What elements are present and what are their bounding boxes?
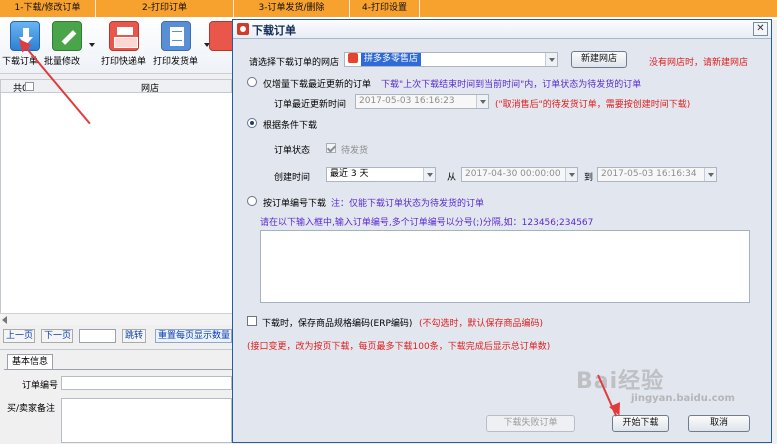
- order-status-label: 订单状态: [274, 146, 311, 156]
- order-grid-body: [0, 93, 232, 313]
- to-time-value: 2017-05-03 16:16:34: [601, 169, 697, 179]
- time-range-value: 最近 3 天: [330, 169, 369, 179]
- incremental-download-hint: 下载"上次下载结束时间到当前时间"内，订单状态为待发货的订单: [381, 80, 642, 90]
- step-bar: 1-下载/修改订单 2-打印订单 3-订单发货/删除 4-打印设置: [0, 0, 777, 17]
- close-button[interactable]: ✕: [753, 22, 768, 36]
- shop-prompt-label: 请选择下载订单的网店: [249, 58, 340, 68]
- calendar-dropdown-icon[interactable]: [565, 168, 577, 181]
- dialog-titlebar: 下载订单 ✕: [233, 20, 771, 39]
- batch-edit-button[interactable]: 批量修改: [44, 21, 90, 67]
- save-sku-checkbox[interactable]: [247, 316, 257, 326]
- step-bar-filler: [420, 0, 777, 17]
- step-tab-ship[interactable]: 3-订单发货/删除: [234, 0, 350, 17]
- print-express-button[interactable]: 打印快递单: [101, 21, 147, 67]
- reset-page-size-button[interactable]: 重置每页显示数量: [155, 329, 232, 343]
- dialog-title: 下载订单: [252, 24, 296, 37]
- pinduoduo-shop-icon: [348, 53, 358, 63]
- condition-download-radio[interactable]: [247, 118, 257, 128]
- print-express-label: 打印快递单: [101, 57, 147, 67]
- calendar-dropdown-icon[interactable]: [704, 168, 716, 181]
- buyer-note-label: 买/卖家备注: [7, 404, 56, 414]
- print-invoice-button[interactable]: 打印发货单: [153, 21, 199, 67]
- next-page-button[interactable]: 下一页: [41, 329, 73, 343]
- time-range-select[interactable]: 最近 3 天: [326, 167, 436, 182]
- print-invoice-label: 打印发货单: [153, 57, 199, 67]
- grid-horizontal-scrollbar[interactable]: [0, 313, 232, 325]
- incremental-download-radio[interactable]: [247, 77, 257, 87]
- updated-time-value: 2017-05-03 16:16:23: [359, 96, 455, 106]
- step-tab-download[interactable]: 1-下载/修改订单: [0, 0, 96, 17]
- shop-selected-value: 拼多多零售店: [361, 53, 422, 66]
- pencil-icon: [52, 21, 82, 51]
- updated-time-label: 订单最近更新时间: [274, 100, 347, 110]
- printer-icon: [109, 21, 139, 51]
- from-time-value: 2017-04-30 00:00:00: [465, 169, 561, 179]
- buyer-note-field[interactable]: [61, 398, 232, 443]
- batch-edit-dropdown-icon[interactable]: [89, 43, 95, 47]
- order-number-download-radio[interactable]: [247, 196, 257, 206]
- tab-basic-info[interactable]: 基本信息: [7, 354, 54, 369]
- save-sku-label[interactable]: 下载时，保存商品规格编码(ERP编码): [262, 316, 412, 329]
- set-button[interactable]: 套: [205, 21, 233, 51]
- new-shop-button[interactable]: 新建网店: [571, 51, 627, 68]
- shop-select[interactable]: 拼多多零售店: [344, 52, 558, 67]
- pager: 上一页 下一页 跳转 重置每页显示数量: [0, 327, 232, 345]
- detail-panel: 基本信息 订单编号 买/卖家备注: [0, 349, 232, 443]
- to-label: 到: [584, 173, 594, 183]
- detail-body: 订单编号 买/卖家备注: [4, 369, 232, 444]
- scroll-left-icon[interactable]: [2, 316, 7, 324]
- printer-set-icon: [209, 21, 233, 51]
- watermark-url: jingyan.baidu.com: [631, 393, 735, 404]
- app-icon: [237, 23, 249, 35]
- save-sku-hint: (不勾选时，默认保存商品编码): [419, 319, 544, 329]
- order-number-textarea[interactable]: [260, 230, 750, 303]
- calendar-dropdown-icon[interactable]: [476, 95, 488, 108]
- order-no-field[interactable]: [61, 376, 232, 390]
- start-download-button[interactable]: 开始下载: [612, 415, 669, 432]
- watermark-brand: Bai经验: [576, 369, 665, 394]
- jump-button[interactable]: 跳转: [122, 329, 146, 343]
- from-label: 从: [447, 173, 457, 183]
- step-tab-print[interactable]: 2-打印订单: [96, 0, 234, 17]
- download-failed-orders-button[interactable]: 下载失败订单: [486, 415, 575, 432]
- prev-page-button[interactable]: 上一页: [3, 329, 35, 343]
- order-grid-header: 共0 网店: [0, 79, 232, 94]
- step-tab-print-settings[interactable]: 4-打印设置: [350, 0, 420, 17]
- from-time-field[interactable]: 2017-04-30 00:00:00: [461, 167, 578, 182]
- batch-edit-label: 批量修改: [44, 57, 81, 67]
- chevron-down-icon[interactable]: [423, 168, 435, 181]
- page-number-input[interactable]: [79, 329, 116, 343]
- created-time-label: 创建时间: [274, 173, 311, 183]
- incremental-download-label[interactable]: 仅增量下载最近更新的订单: [263, 77, 371, 90]
- interface-change-note: (接口变更，改为按页下载，每页最多下载100条，下载完成后显示总订单数): [247, 342, 551, 352]
- no-shop-hint: 没有网店时，请新建网店: [649, 58, 749, 68]
- invoice-icon: [161, 21, 191, 51]
- chevron-down-icon[interactable]: [545, 53, 557, 66]
- order-number-note: 注：仅能下载订单状态为待发货的订单: [331, 199, 485, 209]
- status-pending-checkbox[interactable]: [326, 143, 336, 153]
- updated-time-field[interactable]: 2017-05-03 16:16:23: [355, 94, 489, 109]
- order-no-label: 订单编号: [22, 381, 59, 391]
- cancel-button[interactable]: 取消: [688, 415, 750, 432]
- to-time-field[interactable]: 2017-05-03 16:16:34: [597, 167, 717, 182]
- cancel-after-sale-hint: ("取消售后"的待发货订单，需要按创建时间下载): [495, 100, 691, 110]
- order-number-download-label[interactable]: 按订单编号下载: [263, 196, 326, 209]
- condition-download-label[interactable]: 根据条件下载: [263, 118, 317, 131]
- status-pending-label: 待发货: [341, 146, 369, 156]
- order-number-instruction: 请在以下输入框中,输入订单编号,多个订单编号以分号(;)分隔,如：123456;…: [260, 218, 594, 228]
- select-all-checkbox[interactable]: [25, 82, 34, 91]
